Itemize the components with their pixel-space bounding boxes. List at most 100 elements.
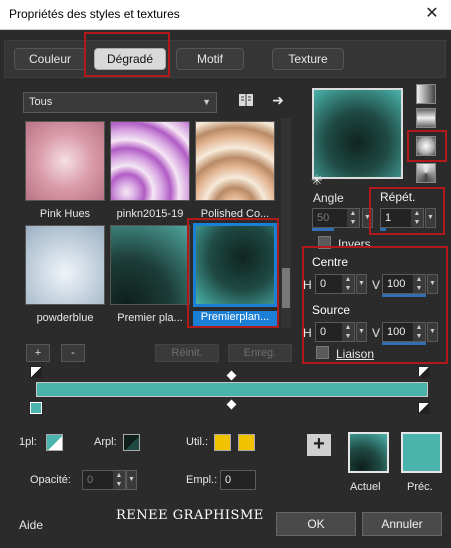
util-label: Util.: [186, 436, 208, 448]
spin-arrows-icon[interactable]: ▲ ▼ [413, 323, 425, 341]
close-icon[interactable]: ✕ [421, 3, 443, 25]
gradient-label-selected: Premierplan... [193, 311, 277, 326]
previous-swatch[interactable] [401, 432, 442, 473]
center-point-icon[interactable]: ✳ [311, 172, 323, 189]
tab-couleur[interactable]: Couleur [14, 48, 86, 70]
gradient-thumb-pinkn2015[interactable] [110, 121, 190, 201]
angle-slider-fill[interactable] [312, 228, 334, 231]
library-icon[interactable] [236, 92, 256, 112]
repeat-spinner[interactable]: 1 ▲ ▼ [380, 208, 424, 231]
sunburst-style-button[interactable] [416, 163, 436, 183]
current-swatch[interactable] [348, 432, 389, 473]
linear-style-button[interactable] [416, 84, 436, 104]
center-h-dropdown[interactable]: ▼ [356, 274, 367, 294]
spin-arrows-icon[interactable]: ▲ ▼ [411, 209, 423, 227]
gradient-stop-start-top[interactable] [30, 366, 42, 378]
current-label: Actuel [350, 481, 381, 493]
reset-button[interactable]: Réinit. [155, 344, 219, 362]
angle-dropdown[interactable]: ▼ [362, 208, 373, 228]
center-h-spinner[interactable]: 0 ▲ ▼ [315, 274, 355, 294]
gradient-label: Pink Hues [39, 208, 91, 220]
spin-arrows-icon[interactable]: ▲ ▼ [113, 471, 125, 489]
repeat-value: 1 [385, 212, 392, 224]
spin-arrows-icon[interactable]: ▲ ▼ [342, 323, 354, 341]
gradient-stop-start[interactable] [30, 402, 42, 414]
add-gradient-button[interactable]: + [26, 344, 50, 362]
center-v-value: 100 [387, 278, 406, 290]
gradient-label: Polished Co... [200, 208, 270, 220]
previous-label: Préc. [407, 481, 433, 493]
tab-degrade[interactable]: Dégradé [94, 48, 166, 70]
link-checkbox[interactable] [316, 346, 329, 359]
radial-style-button[interactable] [416, 136, 436, 156]
repeat-label: Répét. [380, 190, 416, 204]
center-h-label: H [303, 278, 312, 292]
gradient-thumb-premier-plan[interactable] [110, 225, 190, 305]
remove-gradient-button[interactable]: - [61, 344, 85, 362]
source-v-label: V [372, 326, 381, 340]
spin-arrows-icon[interactable]: ▲ ▼ [342, 275, 354, 293]
source-label: Source [312, 303, 351, 317]
invert-label: Invers [338, 237, 371, 251]
link-label: Liaison [336, 347, 375, 361]
gradient-bar[interactable] [36, 382, 428, 397]
foreground-swatch[interactable] [46, 434, 63, 451]
center-label: Centre [312, 255, 349, 269]
title-bar: Propriétés des styles et textures ✕ [0, 0, 451, 30]
cancel-button[interactable]: Annuler [362, 512, 442, 536]
gradient-preview[interactable] [312, 88, 403, 179]
repeat-dropdown[interactable]: ▼ [425, 208, 436, 228]
opl-label: 1pl: [19, 436, 37, 448]
used-color-swatch-2[interactable] [238, 434, 255, 451]
source-h-dropdown[interactable]: ▼ [356, 322, 367, 342]
angle-label: Angle [313, 191, 344, 205]
source-v-slider-fill[interactable] [382, 342, 426, 345]
gradient-label: Premier pla... [117, 312, 183, 324]
help-link[interactable]: Aide [19, 518, 43, 532]
center-v-slider-fill[interactable] [382, 294, 426, 297]
arrow-right-icon[interactable]: ➜ [268, 90, 288, 110]
library-icon-shape [239, 94, 253, 106]
angle-spinner[interactable]: 50 ▲ ▼ [312, 208, 360, 231]
center-h-value: 0 [320, 278, 327, 290]
empl-label: Empl.: [186, 474, 218, 486]
source-v-spinner[interactable]: 100 ▲ ▼ [382, 322, 426, 345]
arpl-label: Arpl: [94, 436, 117, 448]
opacity-spinner[interactable]: 0 ▲ ▼ [82, 470, 126, 490]
source-v-dropdown[interactable]: ▼ [427, 322, 438, 342]
angle-value: 50 [317, 212, 330, 224]
center-v-dropdown[interactable]: ▼ [427, 274, 438, 294]
tab-texture[interactable]: Texture [272, 48, 344, 70]
spin-arrows-icon[interactable]: ▲ ▼ [347, 209, 359, 227]
gradient-gallery: Pink Hues pinkn2015-19 Polished Co... po… [23, 118, 278, 328]
empl-field[interactable]: 0 [220, 470, 256, 490]
used-color-swatch-1[interactable] [214, 434, 231, 451]
invert-checkbox[interactable] [318, 236, 331, 249]
repeat-slider-fill[interactable] [380, 228, 386, 231]
source-h-spinner[interactable]: 0 ▲ ▼ [315, 322, 355, 342]
gradient-label: powderblue [36, 312, 94, 324]
source-v-value: 100 [387, 326, 406, 338]
gallery-scrollbar[interactable] [281, 118, 291, 328]
rectangular-style-button[interactable] [416, 108, 436, 128]
empl-value: 0 [225, 474, 232, 486]
gradient-thumb-pink-hues[interactable] [25, 121, 105, 201]
spin-arrows-icon[interactable]: ▲ ▼ [413, 275, 425, 293]
scrollbar-thumb[interactable] [282, 268, 290, 308]
gradient-thumb-premierplan-selected[interactable] [193, 223, 277, 307]
center-v-spinner[interactable]: 100 ▲ ▼ [382, 274, 426, 297]
window-title: Propriétés des styles et textures [9, 7, 180, 21]
gradient-thumb-polished-copper[interactable] [195, 121, 275, 201]
gradient-thumb-powderblue[interactable] [25, 225, 105, 305]
category-value: Tous [29, 96, 53, 108]
gradient-stop-end[interactable] [418, 402, 430, 414]
add-to-swatches-icon[interactable]: + [307, 434, 331, 456]
background-swatch[interactable] [123, 434, 140, 451]
opacity-dropdown[interactable]: ▼ [126, 470, 137, 490]
gradient-stop-end-top[interactable] [418, 366, 430, 378]
save-gradient-button[interactable]: Enreg. [228, 344, 292, 362]
opacity-value: 0 [87, 474, 94, 486]
tab-motif[interactable]: Motif [176, 48, 244, 70]
category-dropdown[interactable]: Tous ▼ [23, 92, 217, 113]
ok-button[interactable]: OK [276, 512, 356, 536]
